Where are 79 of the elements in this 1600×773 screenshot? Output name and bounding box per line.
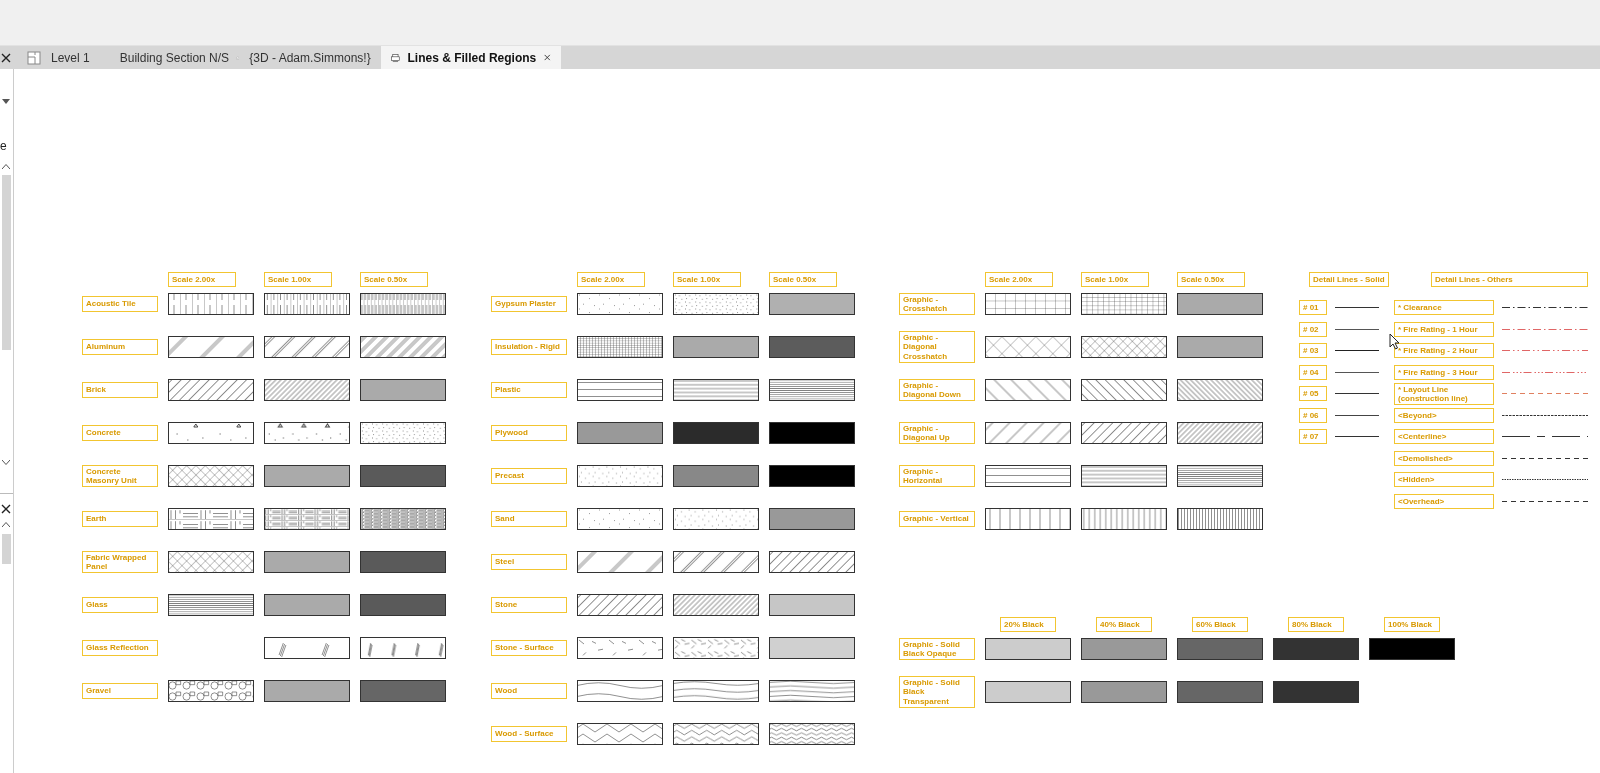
material-label: Wood — [491, 683, 567, 699]
material-label: Graphic - Diagonal Up — [899, 421, 975, 445]
scale-label: 60% Black — [1192, 617, 1248, 632]
material-label: Stone — [491, 597, 567, 613]
scale-label: 80% Black — [1288, 617, 1344, 632]
line-style-label: <Centerline> — [1394, 429, 1494, 445]
line-style-label: <Beyond> — [1394, 407, 1494, 423]
line-style-label: # 04 — [1299, 364, 1327, 380]
scale-label: Scale 0.50x — [1177, 272, 1245, 287]
material-label: Graphic - Crosshatch — [899, 292, 975, 316]
line-style-label: * Fire Rating - 1 Hour — [1394, 321, 1494, 337]
material-label: Gypsum Plaster — [491, 296, 567, 312]
scale-label: Scale 2.00x — [577, 272, 645, 287]
material-label: Stone - Surface — [491, 640, 567, 656]
line-style-label: * Layout Line (construction line) — [1394, 382, 1494, 405]
material-label: Wood - Surface — [491, 726, 567, 742]
line-style-label: # 01 — [1299, 300, 1327, 316]
material-label: Sand — [491, 511, 567, 527]
tab-label: Lines & Filled Regions — [407, 50, 537, 65]
line-style-label: * Fire Rating - 2 Hour — [1394, 343, 1494, 359]
scale-label: 100% Black — [1384, 617, 1440, 632]
scale-label: Scale 1.00x — [673, 272, 741, 287]
material-label: Aluminum — [82, 339, 158, 355]
material-label: Glass — [82, 597, 158, 613]
panel-text: e — [0, 139, 7, 153]
material-label: Fabric Wrapped Panel — [82, 550, 158, 574]
line-style-label: # 05 — [1299, 386, 1327, 402]
scale-label: Scale 0.50x — [769, 272, 837, 287]
material-label: Precast — [491, 468, 567, 484]
caret-down-icon[interactable] — [2, 99, 10, 104]
line-style-label: <Demolished> — [1394, 450, 1494, 466]
material-label: Graphic - Diagonal Down — [899, 378, 975, 402]
material-label: Glass Reflection — [82, 640, 158, 656]
tab-label: Building Section N/S — [119, 50, 230, 65]
line-style-label: # 06 — [1299, 407, 1327, 423]
material-label: Plywood — [491, 425, 567, 441]
floor-plan-icon — [27, 50, 41, 65]
legend-title: Detail Lines - Solid — [1309, 272, 1389, 287]
line-style-label: # 02 — [1299, 321, 1327, 337]
material-label: Plastic — [491, 382, 567, 398]
material-label: Graphic - Solid Black Transparent — [899, 676, 975, 708]
tab-label: {3D - Adam.Simmons!} — [249, 50, 371, 65]
scale-label: Scale 0.50x — [360, 272, 428, 287]
view-tab[interactable]: Lines & Filled Regions — [380, 46, 561, 69]
material-label: Gravel — [82, 683, 158, 699]
scale-label: 20% Black — [1000, 617, 1056, 632]
material-label: Concrete — [82, 425, 158, 441]
line-style-label: * Fire Rating - 3 Hour — [1394, 364, 1494, 380]
scroll-down-icon[interactable] — [2, 460, 10, 465]
scale-label: Scale 2.00x — [985, 272, 1053, 287]
cursor-icon — [1389, 333, 1400, 350]
scroll-up-icon[interactable] — [2, 522, 10, 527]
view-tab[interactable]: Level 1 — [17, 46, 100, 69]
line-style-label: # 07 — [1299, 429, 1327, 445]
material-label: Concrete Masonry Unit — [82, 464, 158, 488]
line-style-label: <Overhead> — [1394, 493, 1494, 509]
line-style-label: * Clearance — [1394, 300, 1494, 316]
material-label: Earth — [82, 511, 158, 527]
scrollbar[interactable] — [2, 534, 11, 564]
material-label: Graphic - Vertical — [899, 511, 975, 527]
line-style-label: <Hidden> — [1394, 472, 1494, 488]
material-label: Brick — [82, 382, 158, 398]
material-label: Acoustic Tile — [82, 296, 158, 312]
material-label: Steel — [491, 554, 567, 570]
scroll-up-icon[interactable] — [2, 164, 10, 169]
scrollbar[interactable] — [2, 175, 11, 350]
material-label: Graphic - Solid Black Opaque — [899, 637, 975, 661]
material-label: Graphic - Diagonal Crosshatch — [899, 331, 975, 363]
close-icon[interactable] — [1, 52, 11, 63]
close-icon[interactable] — [1, 504, 11, 514]
line-style-label: # 03 — [1299, 343, 1327, 359]
scale-label: 40% Black — [1096, 617, 1152, 632]
material-label: Graphic - Horizontal — [899, 464, 975, 488]
scale-label: Scale 1.00x — [264, 272, 332, 287]
legend-title: Detail Lines - Others — [1431, 272, 1588, 287]
tab-label: Level 1 — [51, 50, 90, 65]
scale-label: Scale 2.00x — [168, 272, 236, 287]
material-label: Insulation - Rigid — [491, 339, 567, 355]
scale-label: Scale 1.00x — [1081, 272, 1149, 287]
